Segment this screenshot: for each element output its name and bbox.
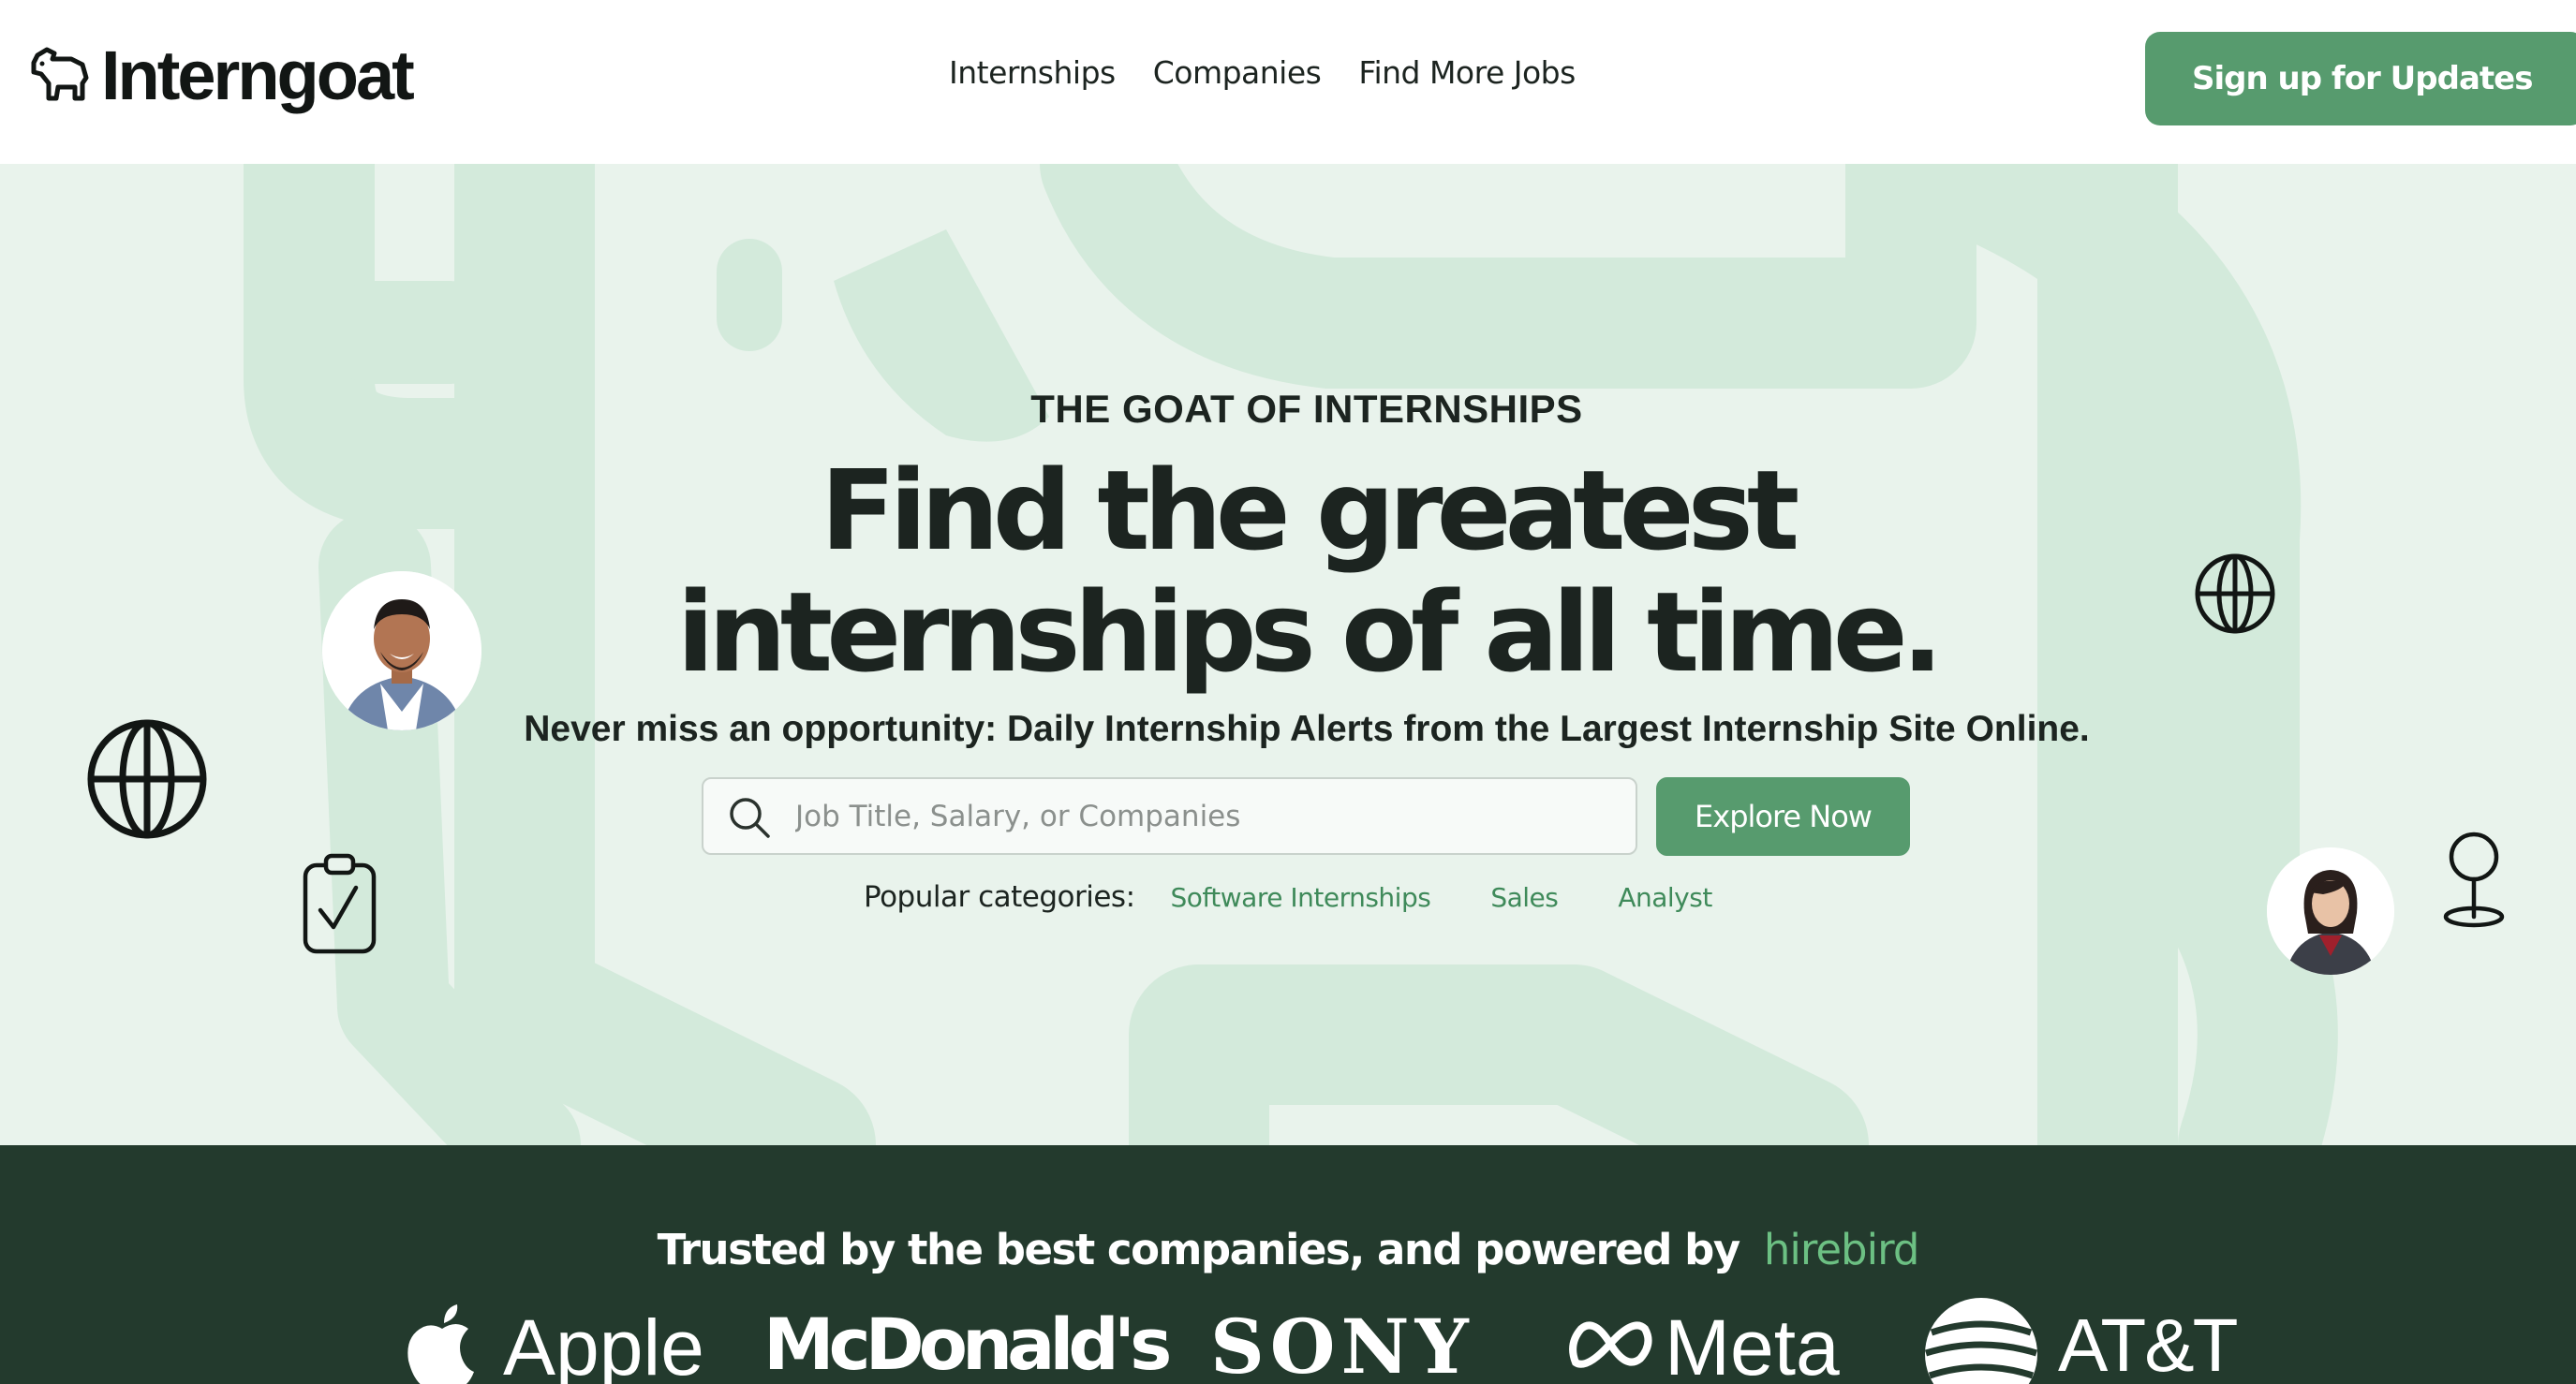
globe-icon xyxy=(87,719,207,839)
meta-infinity-icon xyxy=(1569,1321,1652,1368)
brand-name-meta: Meta xyxy=(1665,1303,1840,1384)
brand-name-att: AT&T xyxy=(2058,1303,2239,1384)
popular-categories: Popular categories: Software Internships… xyxy=(864,880,1772,914)
search-input[interactable] xyxy=(793,788,1618,845)
headline-line-1: Find the greatest xyxy=(820,446,1800,575)
att-globe-icon xyxy=(1924,1298,2038,1384)
popular-categories-label: Popular categories: xyxy=(864,880,1135,914)
globe-icon xyxy=(2195,553,2275,634)
search-box xyxy=(702,777,1637,855)
category-link-software-internships[interactable]: Software Internships xyxy=(1171,882,1431,913)
nav-find-more-jobs[interactable]: Find More Jobs xyxy=(1358,54,1576,91)
trusted-by-section: Trusted by the best companies, and power… xyxy=(0,1145,2576,1384)
main-nav: Internships Companies Find More Jobs xyxy=(949,54,1576,91)
nav-companies[interactable]: Companies xyxy=(1153,54,1322,91)
trusted-title: Trusted by the best companies, and power… xyxy=(0,1225,2576,1274)
category-link-analyst[interactable]: Analyst xyxy=(1618,882,1712,913)
search-icon xyxy=(730,798,770,838)
sign-up-button[interactable]: Sign up for Updates xyxy=(2145,32,2576,125)
nav-internships[interactable]: Internships xyxy=(949,54,1116,91)
brand-name-mcdonalds: McDonald's xyxy=(763,1303,1172,1384)
headline-line-2: internships of all time. xyxy=(676,567,1943,697)
hirebird-logo[interactable]: hirebird xyxy=(1764,1225,1920,1274)
map-pin-icon xyxy=(2443,832,2505,928)
site-header: Interngoat Internships Companies Find Mo… xyxy=(0,0,2576,164)
avatar xyxy=(322,571,481,730)
eyebrow-text: THE GOAT OF INTERNSHIPS xyxy=(1030,387,1583,431)
avatar xyxy=(2267,847,2394,975)
logo-link[interactable]: Interngoat xyxy=(30,36,415,115)
brand-name-apple: Apple xyxy=(503,1303,704,1384)
category-link-sales[interactable]: Sales xyxy=(1490,882,1559,913)
goat-logo-icon xyxy=(31,47,89,100)
brand-logos: Apple McDonald's SONY Meta AT&T xyxy=(0,1298,2576,1384)
explore-now-button[interactable]: Explore Now xyxy=(1656,777,1910,856)
brand-name-sony: SONY xyxy=(1210,1303,1474,1384)
trusted-title-text: Trusted by the best companies, and power… xyxy=(657,1225,1741,1274)
hero-section: THE GOAT OF INTERNSHIPS Find the greates… xyxy=(0,164,2576,1145)
logo-text: Interngoat xyxy=(101,37,415,114)
clipboard-check-icon xyxy=(303,853,377,954)
apple-icon xyxy=(407,1304,474,1384)
